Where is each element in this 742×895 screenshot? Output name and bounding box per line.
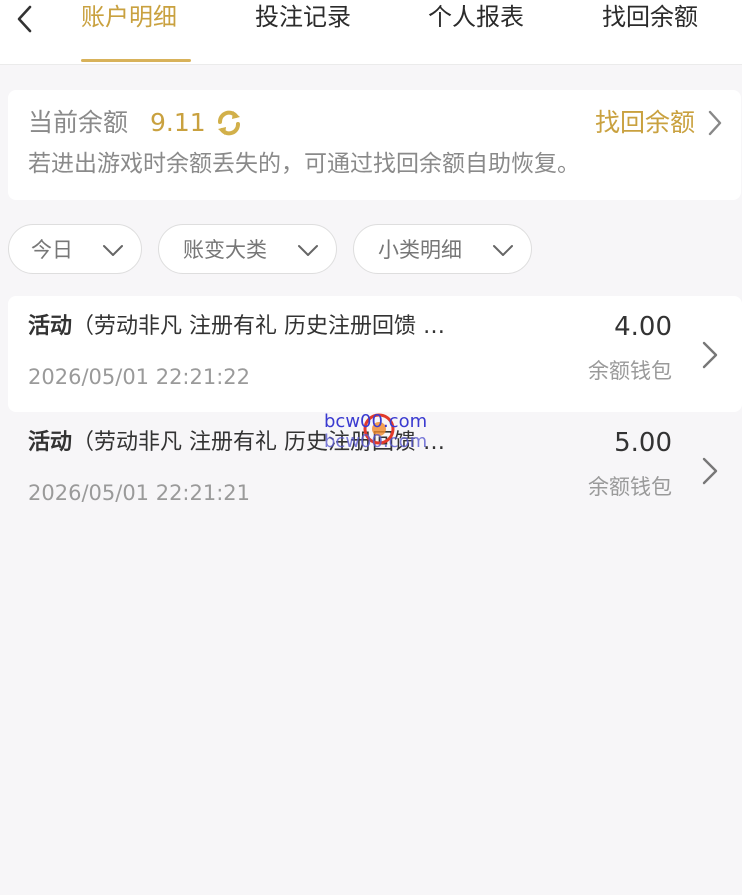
record-time: 2026/05/01 22:21:22 xyxy=(28,365,251,389)
chevron-right-icon xyxy=(702,457,718,485)
chevron-right-icon xyxy=(702,341,718,369)
chevron-right-icon xyxy=(708,110,722,136)
tab-recover-balance[interactable]: 找回余额 xyxy=(602,0,698,34)
tab-personal-report[interactable]: 个人报表 xyxy=(428,0,524,34)
refresh-icon[interactable] xyxy=(214,108,244,138)
chevron-down-icon xyxy=(493,245,513,256)
tab-bet-records[interactable]: 投注记录 xyxy=(255,0,351,34)
record-detail: （劳动非凡 注册有礼 历史注册回馈 … xyxy=(72,314,445,339)
balance-card: 当前余额 9.11 找回余额 若进出游戏时余额丢失的，可通过找回余额自助恢复。 xyxy=(8,90,741,200)
chevron-down-icon xyxy=(103,245,123,256)
record-amount: 4.00 xyxy=(614,312,672,342)
recover-balance-link[interactable]: 找回余额 xyxy=(595,106,723,140)
list-item[interactable]: 活动（劳动非凡 注册有礼 历史注册回馈 … 2026/05/01 22:21:2… xyxy=(8,296,742,412)
active-tab-indicator xyxy=(81,59,191,62)
filter-main-category[interactable]: 账变大类 xyxy=(158,224,337,274)
filter-main-category-label: 账变大类 xyxy=(183,238,267,262)
filter-date[interactable]: 今日 xyxy=(8,224,142,274)
record-category: 活动 xyxy=(28,430,73,455)
record-time: 2026/05/01 22:21:21 xyxy=(28,481,251,505)
record-wallet: 余额钱包 xyxy=(588,359,672,383)
balance-label: 当前余额 xyxy=(28,108,129,137)
record-amount: 5.00 xyxy=(614,428,672,458)
tab-account-details[interactable]: 账户明细 xyxy=(81,0,177,34)
filter-sub-category[interactable]: 小类明细 xyxy=(353,224,532,274)
filter-sub-category-label: 小类明细 xyxy=(378,238,462,262)
balance-description: 若进出游戏时余额丢失的，可通过找回余额自助恢复。 xyxy=(28,151,580,177)
record-title: 活动（劳动非凡 注册有礼 历史注册回馈 … xyxy=(28,428,445,458)
list-item[interactable]: 活动（劳动非凡 注册有礼 历史注册回馈 … 2026/05/01 22:21:2… xyxy=(8,412,742,528)
record-category: 活动 xyxy=(28,314,73,339)
balance-value: 9.11 xyxy=(150,108,206,137)
chevron-down-icon xyxy=(298,245,318,256)
back-button[interactable] xyxy=(10,4,40,34)
record-detail: （劳动非凡 注册有礼 历史注册回馈 … xyxy=(72,430,445,455)
chevron-left-icon xyxy=(17,5,32,33)
record-title: 活动（劳动非凡 注册有礼 历史注册回馈 … xyxy=(28,312,445,342)
top-navigation-bar: 账户明细 投注记录 个人报表 找回余额 xyxy=(0,0,742,65)
filter-date-label: 今日 xyxy=(31,238,73,262)
record-wallet: 余额钱包 xyxy=(588,475,672,499)
recover-balance-label: 找回余额 xyxy=(594,108,695,137)
